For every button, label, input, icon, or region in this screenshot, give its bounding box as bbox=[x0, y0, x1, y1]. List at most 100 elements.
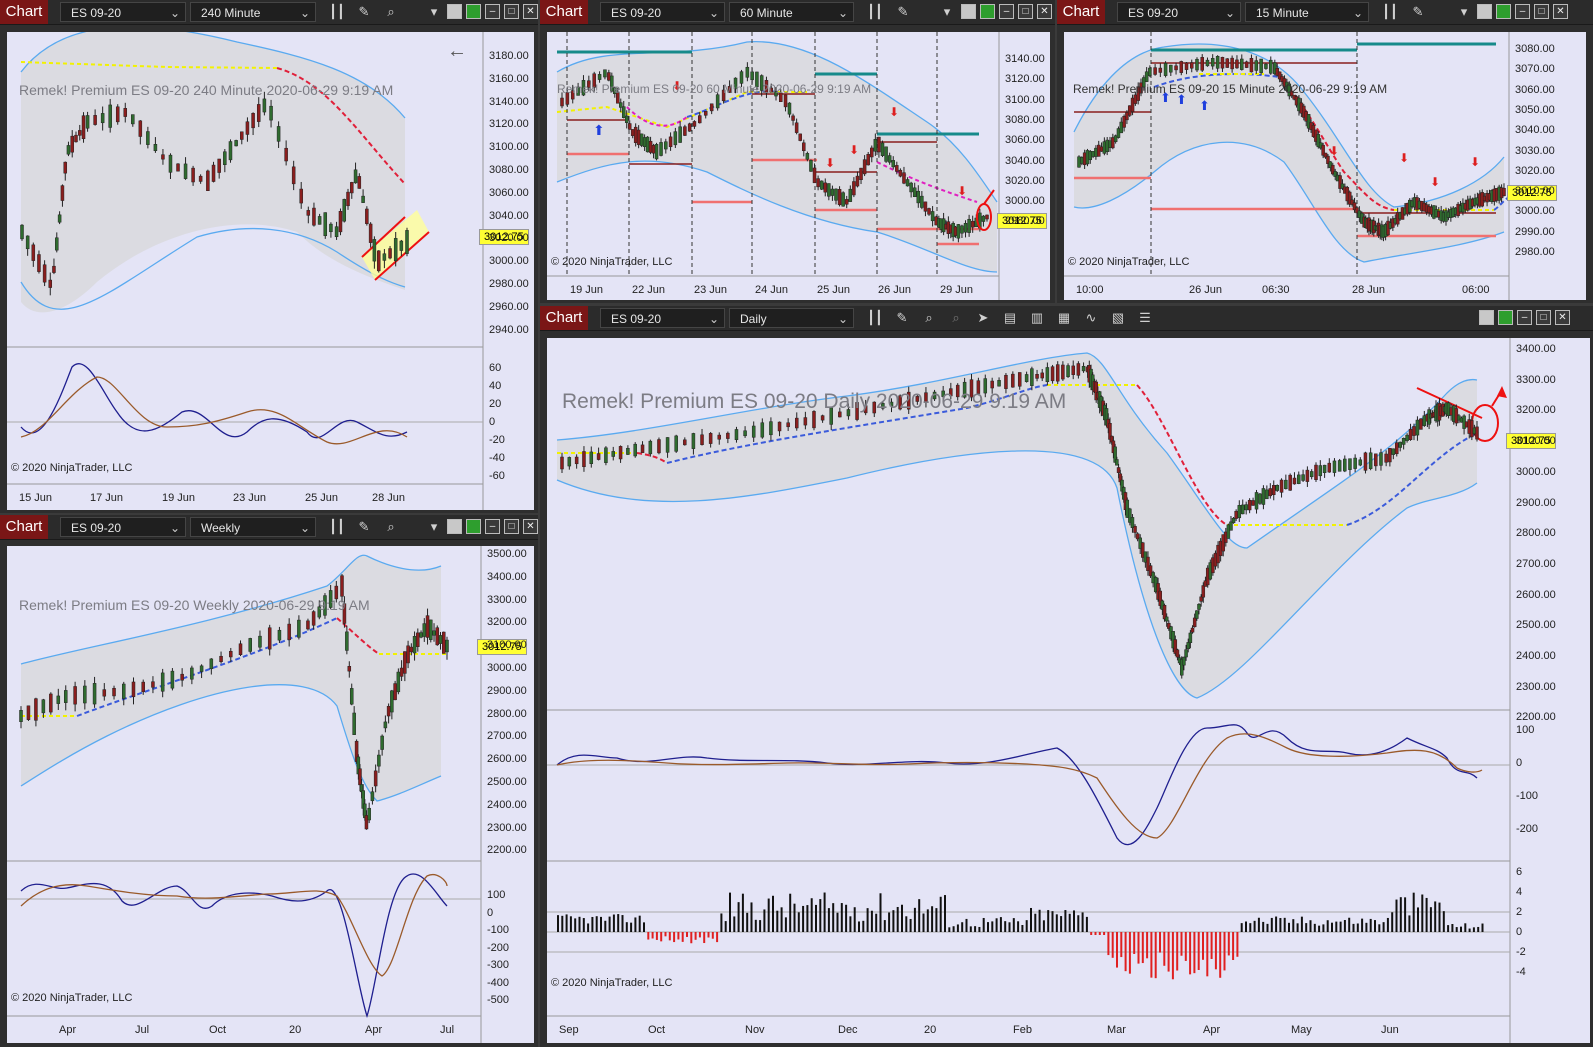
close-icon[interactable]: ✕ bbox=[1555, 310, 1570, 325]
chart-plot-area[interactable]: ⬆ ⬆ ⬆ ⬇ ⬇ ⬇ ⬇ Remek! Premium ES 09-20 15… bbox=[1064, 32, 1586, 300]
pencil-icon[interactable]: ✎ bbox=[355, 518, 373, 536]
bars-icon[interactable]: ┃┃ bbox=[328, 518, 346, 536]
candle-body bbox=[340, 575, 344, 597]
zoom-icon[interactable]: ⌕ bbox=[382, 518, 400, 536]
candle-body bbox=[435, 627, 440, 646]
axis-tick-label: 28 Jun bbox=[372, 492, 406, 504]
close-icon[interactable]: ✕ bbox=[1553, 4, 1568, 19]
window-maximize-button[interactable]: □ bbox=[1534, 4, 1549, 19]
data-box-icon[interactable]: ▤ bbox=[1001, 309, 1019, 327]
histogram-bar bbox=[1047, 910, 1050, 932]
candle-body bbox=[1244, 504, 1248, 511]
window-min-icon[interactable] bbox=[1477, 4, 1492, 19]
histogram-bar bbox=[879, 893, 882, 932]
cursor-icon[interactable]: ➤ bbox=[974, 309, 992, 327]
chart-plot-area[interactable]: Remek! Premium ES 09-20 240 Minute 2020-… bbox=[7, 32, 534, 510]
histogram-bar bbox=[845, 904, 848, 932]
period-select[interactable]: 240 Minute ⌄ bbox=[190, 2, 316, 22]
templates-icon[interactable]: ▧ bbox=[1109, 309, 1127, 327]
properties-icon[interactable]: ▥ bbox=[1028, 309, 1046, 327]
candle-body bbox=[603, 69, 607, 78]
candle-body bbox=[909, 182, 913, 193]
window-minimize-button[interactable]: – bbox=[999, 4, 1014, 19]
candle-body bbox=[1332, 460, 1337, 473]
pencil-icon[interactable]: ✎ bbox=[355, 3, 373, 21]
back-arrow-icon[interactable]: ← bbox=[447, 40, 467, 63]
histogram-bar bbox=[1425, 897, 1428, 932]
indicators-icon[interactable]: ∿ bbox=[1082, 309, 1100, 327]
bars-icon[interactable]: ┃┃ bbox=[866, 3, 884, 21]
chart-tab[interactable]: Chart bbox=[0, 0, 48, 24]
period-select[interactable]: 15 Minute ⌄ bbox=[1245, 2, 1369, 22]
period-value: 240 Minute bbox=[201, 6, 261, 20]
chevron-down-icon[interactable]: ▾ bbox=[425, 3, 443, 21]
candle-body bbox=[168, 154, 173, 173]
chart-tab[interactable]: Chart bbox=[1057, 0, 1105, 24]
window-maximize-button[interactable]: □ bbox=[504, 4, 519, 19]
window-min-icon[interactable] bbox=[447, 519, 462, 534]
window-minimize-button[interactable]: – bbox=[1515, 4, 1530, 19]
bars-icon[interactable]: ┃┃ bbox=[1381, 3, 1399, 21]
window-minimize-button[interactable]: – bbox=[485, 519, 500, 534]
pencil-icon[interactable]: ✎ bbox=[894, 3, 912, 21]
chart-tab[interactable]: Chart bbox=[0, 515, 48, 539]
period-select[interactable]: Daily ⌄ bbox=[729, 308, 854, 328]
instrument-select[interactable]: ES 09-20 ⌄ bbox=[1117, 2, 1241, 22]
candle-body bbox=[267, 627, 272, 650]
axis-tick-label: 40 bbox=[489, 380, 502, 392]
chart-tab[interactable]: Chart bbox=[540, 0, 588, 24]
window-min-icon[interactable] bbox=[1479, 310, 1494, 325]
period-select[interactable]: 60 Minute ⌄ bbox=[729, 2, 854, 22]
strategies-icon[interactable]: ▦ bbox=[1055, 309, 1073, 327]
histogram-bar bbox=[1477, 926, 1480, 932]
instrument-select[interactable]: ES 09-20 ⌄ bbox=[60, 517, 186, 537]
candle-body bbox=[798, 133, 802, 141]
candle-body bbox=[1384, 453, 1388, 463]
window-restore-icon[interactable] bbox=[466, 519, 481, 534]
window-maximize-button[interactable]: □ bbox=[1018, 4, 1033, 19]
pencil-icon[interactable]: ✎ bbox=[1409, 3, 1427, 21]
chart-plot-area[interactable]: ⬆ ⬇ ⬇ ⬇ ⬇ ⬇ Remek! Premium ES 09-20 60 M… bbox=[547, 32, 1050, 300]
instrument-select[interactable]: ES 09-20 ⌄ bbox=[60, 2, 186, 22]
chart-plot-area[interactable]: Remek! Premium ES 09-20 Weekly 2020-06-2… bbox=[7, 546, 534, 1043]
window-minimize-button[interactable]: – bbox=[1517, 310, 1532, 325]
zoom-icon[interactable]: ⌕ bbox=[382, 3, 400, 21]
zoom-icon[interactable]: ⌕ bbox=[920, 309, 938, 327]
candle-body bbox=[1405, 434, 1409, 441]
window-min-icon[interactable] bbox=[447, 4, 462, 19]
histogram-bar bbox=[961, 922, 964, 932]
candle-body bbox=[26, 705, 31, 720]
close-icon[interactable]: ✕ bbox=[523, 4, 538, 19]
window-minimize-button[interactable]: – bbox=[485, 4, 500, 19]
histogram-bar bbox=[995, 918, 998, 932]
candle-body bbox=[1094, 147, 1098, 157]
pencil-icon[interactable]: ✎ bbox=[893, 309, 911, 327]
window-restore-icon[interactable] bbox=[980, 4, 995, 19]
window-restore-icon[interactable] bbox=[466, 4, 481, 19]
chart-plot-area[interactable]: Remek! Premium ES 09-20 Daily 2020-06-29… bbox=[547, 338, 1590, 1043]
chevron-down-icon[interactable]: ▾ bbox=[1455, 3, 1473, 21]
candle-body bbox=[223, 151, 227, 165]
period-select[interactable]: Weekly ⌄ bbox=[190, 517, 316, 537]
bars-icon[interactable]: ┃┃ bbox=[328, 3, 346, 21]
histogram-bar bbox=[1288, 922, 1290, 932]
window-min-icon[interactable] bbox=[961, 4, 976, 19]
candle-body bbox=[1127, 105, 1132, 116]
bars-icon[interactable]: ┃┃ bbox=[866, 309, 884, 327]
window-maximize-button[interactable]: □ bbox=[1536, 310, 1551, 325]
close-icon[interactable]: ✕ bbox=[523, 519, 538, 534]
instrument-select[interactable]: ES 09-20 ⌄ bbox=[600, 2, 725, 22]
axis-tick-label: -4 bbox=[1516, 966, 1526, 978]
close-icon[interactable]: ✕ bbox=[1037, 4, 1052, 19]
window-restore-icon[interactable] bbox=[1498, 310, 1513, 325]
chevron-down-icon[interactable]: ▾ bbox=[425, 518, 443, 536]
window-restore-icon[interactable] bbox=[1496, 4, 1511, 19]
chevron-down-icon[interactable]: ▾ bbox=[938, 3, 956, 21]
list-icon[interactable]: ☰ bbox=[1136, 309, 1154, 327]
histogram-bar bbox=[1116, 932, 1118, 968]
window-maximize-button[interactable]: □ bbox=[504, 519, 519, 534]
chart-tab[interactable]: Chart bbox=[540, 306, 588, 330]
histogram-bar bbox=[1025, 920, 1028, 932]
zoom-out-icon[interactable]: ⌕ bbox=[947, 309, 965, 327]
instrument-select[interactable]: ES 09-20 ⌄ bbox=[600, 308, 725, 328]
